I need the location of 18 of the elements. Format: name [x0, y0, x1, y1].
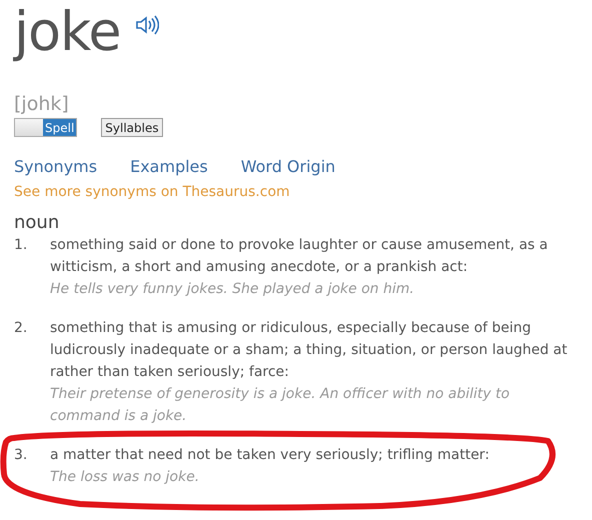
headword: joke	[14, 1, 121, 63]
definition-text: something that is amusing or ridiculous, especially because of being ludicrously inadequate or a sham; a thing, situation, or person laughed at rather than taken seriously; farce:	[50, 319, 568, 382]
definition-text: something said or done to provoke laughter or cause amusement, as a witticism, a short and amusing anecdote, or a prankish act:	[50, 236, 549, 277]
pronunciation: [johk]	[14, 93, 70, 115]
section-link[interactable]: Word Origin	[240, 157, 336, 176]
example-sentence: Their pretense of generosity is a joke. An officer with no ability to command is a joke.	[50, 385, 511, 426]
syllables-button[interactable]: Syllables	[101, 118, 163, 137]
example-sentence: He tells very funny jokes. She played a joke on him.	[50, 280, 416, 299]
definition-number: 3.	[14, 446, 28, 465]
spell-toggle[interactable]: Spell	[14, 118, 78, 137]
part-of-speech: noun	[14, 212, 60, 233]
example-sentence: The loss was no joke.	[50, 468, 200, 487]
section-link[interactable]: Examples	[130, 157, 208, 176]
definition-number: 2.	[14, 319, 28, 338]
definition-text: a matter that need not be taken very seriously; trifling matter:	[50, 446, 490, 465]
speaker-icon[interactable]	[134, 14, 159, 36]
section-link[interactable]: Synonyms	[14, 157, 98, 176]
definition-number: 1.	[14, 236, 28, 255]
